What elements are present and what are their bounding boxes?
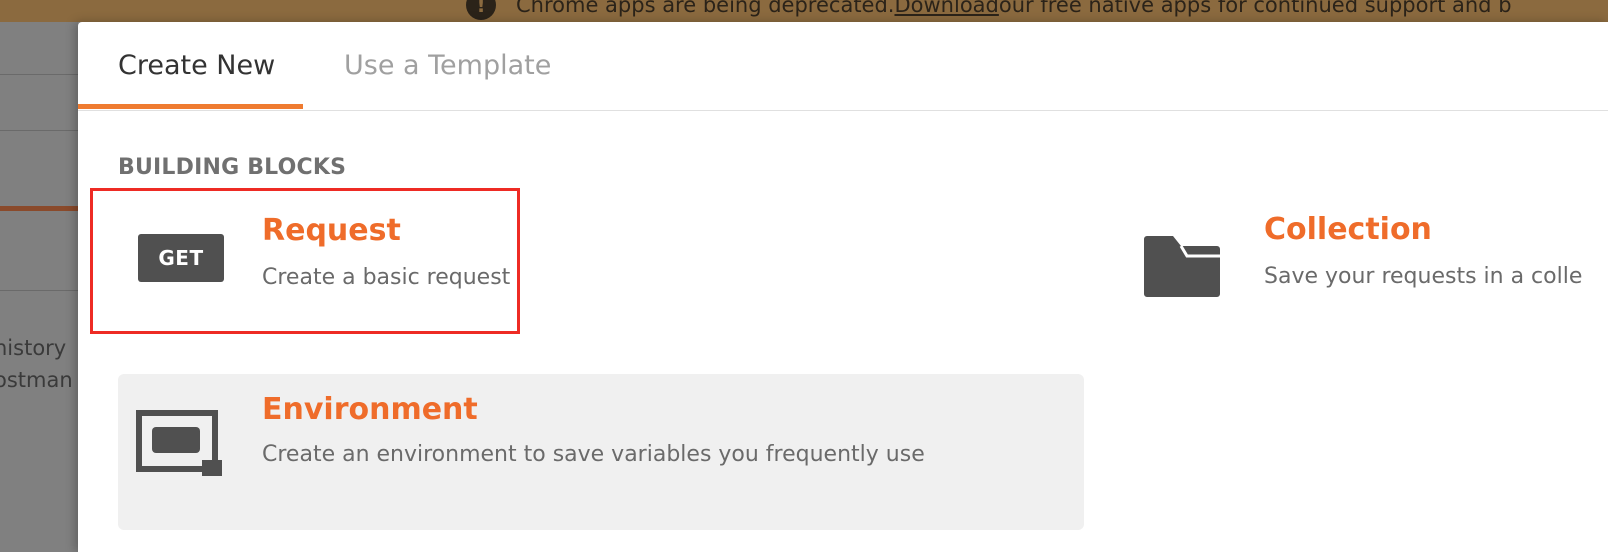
background-app-sidebar: history ostman bbox=[0, 22, 78, 552]
banner-text-after: our free native apps for continued suppo… bbox=[998, 0, 1512, 17]
collection-title: Collection bbox=[1264, 212, 1432, 247]
tab-create-new[interactable]: Create New bbox=[118, 50, 275, 81]
divider bbox=[0, 130, 78, 131]
request-description: Create a basic request bbox=[262, 265, 511, 290]
active-tab-indicator bbox=[0, 206, 78, 211]
active-tab-underline bbox=[78, 104, 303, 109]
get-method-badge: GET bbox=[138, 234, 224, 282]
section-title: BUILDING BLOCKS bbox=[118, 155, 347, 180]
request-block[interactable]: GET Request Create a basic request bbox=[90, 188, 520, 334]
exclamation-icon: ! bbox=[466, 0, 496, 20]
deprecation-banner: ! Chrome apps are being deprecated. Down… bbox=[0, 0, 1608, 22]
background-text: history bbox=[0, 336, 67, 360]
divider bbox=[0, 74, 78, 75]
environment-icon bbox=[136, 410, 224, 482]
banner-text-before: Chrome apps are being deprecated. bbox=[516, 0, 895, 17]
modal-tabs: Create New Use a Template bbox=[78, 22, 1608, 111]
collection-description: Save your requests in a colle bbox=[1264, 264, 1583, 289]
request-title: Request bbox=[262, 213, 401, 248]
background-text: ostman bbox=[0, 368, 73, 392]
download-link[interactable]: Download bbox=[894, 0, 998, 17]
divider bbox=[0, 290, 78, 291]
tab-use-a-template[interactable]: Use a Template bbox=[344, 50, 551, 81]
folder-icon bbox=[1143, 234, 1221, 302]
collection-block[interactable]: Collection Save your requests in a colle bbox=[1138, 212, 1608, 312]
create-new-modal: Create New Use a Template BUILDING BLOCK… bbox=[78, 22, 1608, 552]
environment-description: Create an environment to save variables … bbox=[262, 442, 925, 467]
environment-block[interactable]: Environment Create an environment to sav… bbox=[118, 374, 1084, 530]
environment-title: Environment bbox=[262, 392, 478, 427]
